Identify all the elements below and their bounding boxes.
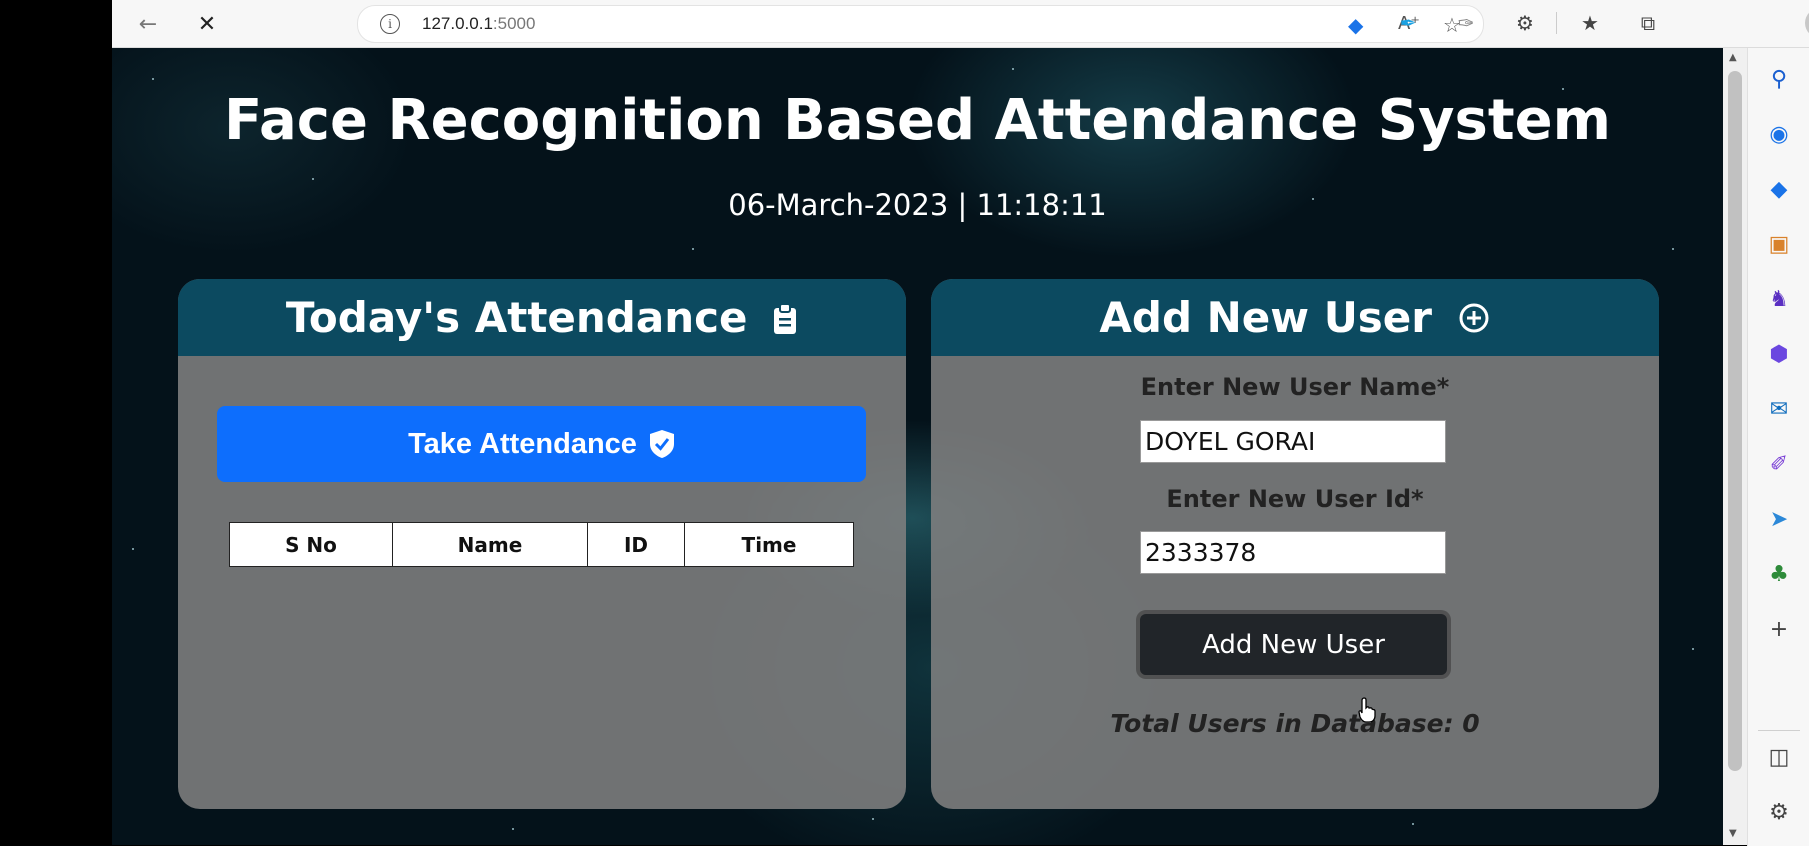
extensions-puzzle-icon[interactable]: ⚙ bbox=[1511, 9, 1539, 37]
shopping-tag-icon[interactable]: ◆ bbox=[1764, 174, 1794, 204]
add-sidebar-app-icon[interactable]: + bbox=[1764, 614, 1794, 644]
browser-toolbar: ← ✕ i 127.0.0.1:5000 ◆ A⁺ ☆ ✒ ✑ ⚙ ★ ⧉ ⋯ bbox=[112, 0, 1809, 48]
profile-avatar[interactable] bbox=[1805, 8, 1809, 38]
left-black-strip bbox=[0, 0, 112, 846]
toolbar-separator bbox=[1556, 12, 1557, 34]
add-new-user-button[interactable]: Add New User bbox=[1140, 614, 1447, 675]
date-time-display: 06-March-2023 | 11:18:11 bbox=[728, 188, 1107, 222]
search-icon[interactable]: ⚲ bbox=[1764, 64, 1794, 94]
hand-pointer-cursor-icon bbox=[1358, 697, 1376, 723]
collections-icon[interactable]: ⧉ bbox=[1634, 9, 1662, 37]
scroll-down-arrow-icon[interactable]: ▼ bbox=[1729, 828, 1737, 839]
hide-sidebar-icon[interactable]: ◫ bbox=[1764, 742, 1794, 772]
attendance-card: Today's Attendance Take Attendance S No … bbox=[178, 279, 906, 809]
send-plane-icon[interactable]: ➤ bbox=[1764, 504, 1794, 534]
scroll-up-arrow-icon[interactable]: ▲ bbox=[1729, 52, 1737, 63]
tree-app-icon[interactable]: ♣ bbox=[1764, 559, 1794, 589]
clipboard-icon bbox=[772, 282, 798, 359]
edge-extension-icon[interactable]: ✒ bbox=[1394, 9, 1422, 37]
sidebar-divider bbox=[1758, 730, 1800, 731]
attendance-heading: Today's Attendance bbox=[285, 293, 748, 342]
outlook-icon[interactable]: ✉ bbox=[1764, 394, 1794, 424]
attendance-card-header: Today's Attendance bbox=[178, 279, 906, 356]
tools-briefcase-icon[interactable]: ▣ bbox=[1764, 229, 1794, 259]
column-header: ID bbox=[587, 522, 685, 567]
games-chess-icon[interactable]: ♞ bbox=[1764, 284, 1794, 314]
page-content: Face Recognition Based Attendance System… bbox=[112, 48, 1723, 845]
scrollbar-thumb[interactable] bbox=[1728, 71, 1742, 771]
page-scrollbar[interactable]: ▲ ▼ bbox=[1723, 48, 1747, 845]
designer-icon[interactable]: ✐ bbox=[1764, 449, 1794, 479]
check-badge-icon bbox=[649, 429, 675, 459]
take-attendance-label: Take Attendance bbox=[408, 427, 637, 460]
column-header: S No bbox=[229, 522, 393, 567]
add-user-card: Add New User Enter New User Name* Enter … bbox=[931, 279, 1659, 809]
bing-chat-icon[interactable]: ◉ bbox=[1764, 119, 1794, 149]
page-title: Face Recognition Based Attendance System bbox=[224, 88, 1611, 153]
user-id-input[interactable] bbox=[1140, 531, 1446, 574]
add-user-heading: Add New User bbox=[1099, 293, 1432, 342]
back-arrow-icon[interactable]: ← bbox=[132, 8, 164, 40]
address-bar[interactable]: i 127.0.0.1:5000 ◆ A⁺ ☆ bbox=[357, 5, 1484, 43]
url-text[interactable]: 127.0.0.1:5000 bbox=[422, 14, 535, 34]
table-header-row: S No Name ID Time bbox=[229, 522, 854, 567]
microsoft-365-icon[interactable]: ⬢ bbox=[1764, 339, 1794, 369]
user-name-input[interactable] bbox=[1140, 420, 1446, 463]
column-header: Time bbox=[684, 522, 854, 567]
site-info-icon[interactable]: i bbox=[380, 14, 400, 34]
plus-circle-icon bbox=[1457, 282, 1491, 359]
favorites-icon[interactable]: ★ bbox=[1576, 9, 1604, 37]
add-user-card-header: Add New User bbox=[931, 279, 1659, 356]
user-name-label: Enter New User Name* bbox=[1140, 373, 1450, 401]
stop-loading-icon[interactable]: ✕ bbox=[191, 8, 223, 40]
column-header: Name bbox=[392, 522, 588, 567]
pen-extension-icon[interactable]: ✑ bbox=[1452, 9, 1480, 37]
edge-sidebar: ⚲ ◉ ◆ ▣ ♞ ⬢ ✉ ✐ ➤ ♣ + ◫ ⚙ bbox=[1747, 48, 1809, 846]
user-id-label: Enter New User Id* bbox=[1166, 485, 1424, 513]
attendance-table: S No Name ID Time bbox=[229, 522, 854, 567]
take-attendance-button[interactable]: Take Attendance bbox=[217, 406, 866, 482]
total-users-text: Total Users in Database: 0 bbox=[1110, 709, 1480, 738]
settings-gear-icon[interactable]: ⚙ bbox=[1764, 797, 1794, 827]
coupon-tag-icon[interactable]: ◆ bbox=[1348, 13, 1363, 37]
